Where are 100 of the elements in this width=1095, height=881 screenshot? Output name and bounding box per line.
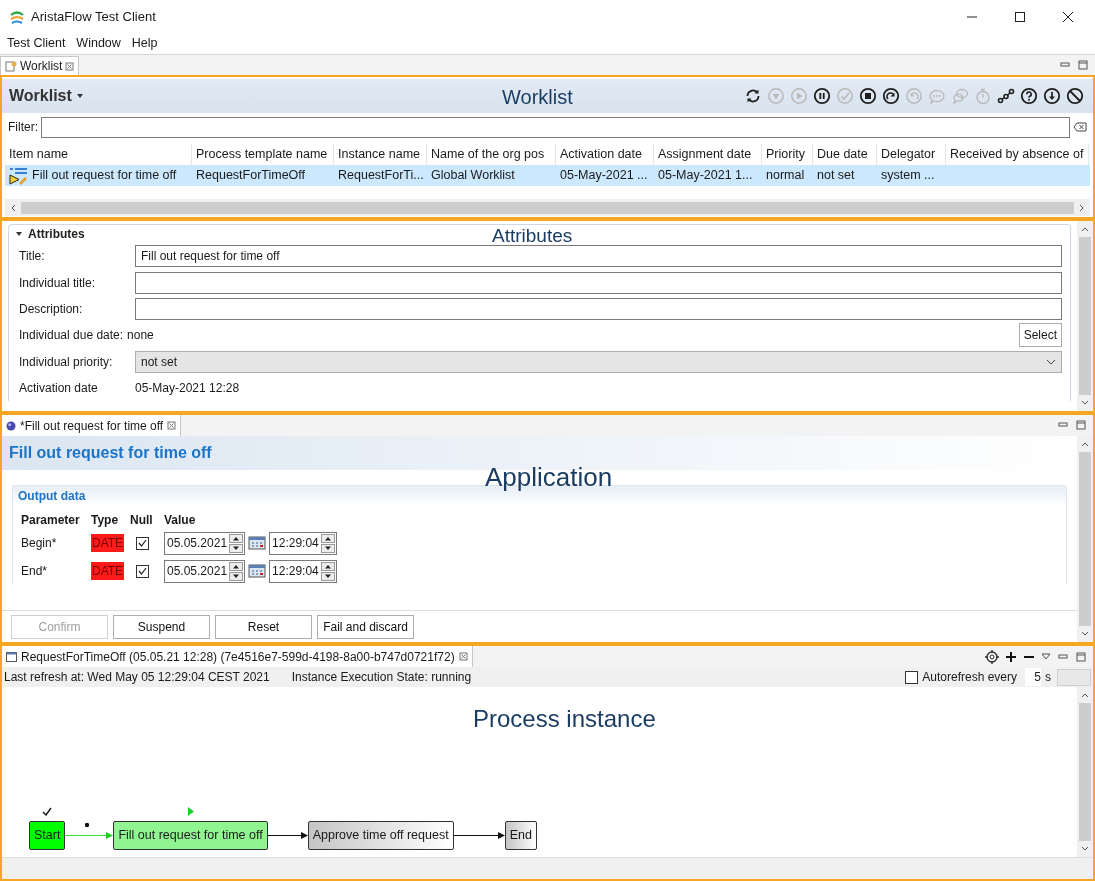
spin-up-icon[interactable] [229, 561, 244, 571]
column-header: Parameter [21, 512, 81, 529]
view-menu-icon[interactable] [1041, 653, 1051, 661]
null-checkbox[interactable] [136, 536, 149, 550]
view-tab[interactable]: Worklist [0, 56, 80, 75]
connector-arrow [65, 832, 114, 839]
spin-up-icon[interactable] [229, 533, 244, 543]
null-checkbox[interactable] [136, 564, 149, 578]
interval-field[interactable]: 5 [1025, 668, 1041, 686]
field-label: Individual due date: [19, 327, 124, 345]
column-header: Value [164, 512, 197, 529]
section-heading: Attributes [28, 226, 85, 243]
nodes-icon[interactable] [997, 87, 1015, 105]
caret-icon [75, 93, 84, 99]
parameter-name: Begin* [21, 535, 58, 552]
scrollbar-thumb[interactable] [1079, 703, 1091, 841]
column-header: Type [91, 512, 120, 529]
unit-label: s [1045, 669, 1051, 686]
text-field[interactable]: Fill out request for time off [135, 245, 1062, 268]
worklist-title-menu[interactable]: Worklist [9, 84, 84, 108]
process-node: Fill out request for time off [113, 821, 268, 850]
table-cell-text: RequestForTimeOff [196, 167, 306, 185]
date-spinner[interactable]: 05.05.2021 [164, 531, 246, 555]
spin-up-icon[interactable] [320, 533, 335, 543]
form-title: Fill out request for time off [9, 443, 212, 463]
date-spinner[interactable]: 05.05.2021 [164, 559, 246, 583]
cancel-icon[interactable] [1066, 87, 1084, 105]
action-button[interactable]: Reset [215, 614, 312, 639]
chevron-down-icon [1046, 357, 1056, 366]
menu-item[interactable]: Window [76, 33, 121, 53]
pause-icon[interactable] [813, 87, 831, 105]
column-header: Null [130, 512, 154, 529]
process-node: Start [29, 821, 66, 850]
tab-label: Worklist [20, 58, 63, 75]
table-cell-text: Global Worklist [431, 167, 515, 185]
worklist-icon [5, 60, 17, 72]
calendar-icon[interactable] [248, 536, 267, 550]
time-spinner[interactable]: 12:29:04 [269, 559, 337, 583]
field-label: Individual priority: [19, 353, 114, 371]
autorefresh-label: Autorefresh every [922, 669, 1017, 686]
help-icon[interactable] [1020, 87, 1038, 105]
editor-tab[interactable]: *Fill out request for time off [2, 415, 182, 436]
zoom-in-icon[interactable] [1005, 651, 1017, 663]
parameter-name: End* [21, 563, 49, 580]
callout-label: Worklist [502, 85, 573, 110]
spin-down-icon[interactable] [320, 571, 335, 581]
field-label: Activation date [19, 380, 99, 398]
connector-arrow [267, 832, 308, 839]
refresh-icon[interactable] [744, 87, 762, 105]
scrollbar-thumb[interactable] [1079, 452, 1091, 626]
filter-label: Filter: [8, 119, 38, 136]
spin-down-icon[interactable] [229, 571, 244, 581]
app-logo-icon [9, 8, 25, 25]
table-cell-text: RequestForTi... [338, 167, 424, 185]
spin-down-icon[interactable] [229, 543, 244, 553]
text-field[interactable] [135, 297, 1062, 320]
priority-dropdown[interactable]: not set [135, 350, 1062, 373]
expanded-triangle-icon[interactable] [15, 230, 23, 238]
execution-state: Instance Execution State: running [291, 669, 472, 686]
spin-up-icon[interactable] [320, 561, 335, 571]
table-cell-text: Fill out request for time off [32, 167, 177, 185]
filter-field[interactable] [41, 116, 1070, 138]
ball-icon [6, 420, 16, 431]
window-title: AristaFlow Test Client [31, 7, 156, 26]
field-label: Individual title: [19, 274, 97, 292]
calendar-icon[interactable] [248, 564, 267, 578]
checkmark-icon [138, 567, 147, 575]
action-button[interactable]: Suspend [113, 614, 210, 639]
signal-dot [85, 822, 90, 828]
action-button[interactable]: Fail and discard [317, 614, 414, 639]
maximize-icon[interactable] [1014, 10, 1026, 23]
download-icon[interactable] [1043, 87, 1061, 105]
table-cell-text: 05-May-2021 ... [560, 167, 648, 185]
window-icon [6, 651, 17, 662]
close-icon[interactable] [1062, 10, 1074, 23]
refresh-info: Last refresh at: Wed May 05 12:29:04 CEST 2021 [4, 669, 270, 686]
connector-arrow [453, 832, 505, 839]
menu-item[interactable]: Help [131, 33, 158, 53]
spin-down-icon[interactable] [320, 543, 335, 553]
clear-icon[interactable] [1073, 122, 1087, 132]
gear-icon[interactable] [985, 650, 999, 664]
stop-icon[interactable] [859, 87, 877, 105]
menu-item[interactable]: Test Client [7, 33, 66, 53]
instance-tab[interactable]: RequestForTimeOff (05.05.21 12:28) (7e4516e7-599d-4198-8a00-b747d0721f72) [2, 646, 473, 667]
tab-label: *Fill out request for time off [20, 417, 164, 435]
scrollbar-thumb[interactable] [1079, 237, 1091, 395]
select-button[interactable]: Select [1018, 323, 1062, 348]
callout-label: Application [485, 461, 613, 494]
time-spinner[interactable]: 12:29:04 [269, 531, 337, 555]
table-cell-text: 05-May-2021 1... [658, 167, 753, 185]
field-label: Title: [19, 248, 46, 266]
redo-icon[interactable] [882, 87, 900, 105]
field-label: Description: [19, 300, 84, 318]
table-row[interactable]: Fill out request for time off RequestForTimeOff RequestForTi... Global Worklist 05-May-2021 ... 05-May-2021 1... normal not set system ... [5, 165, 1090, 186]
autorefresh-checkbox[interactable] [905, 670, 919, 684]
scrollbar-thumb[interactable] [21, 201, 1074, 214]
text-field[interactable] [135, 271, 1062, 294]
table-cell-text: not set [817, 167, 855, 185]
field-value: 05-May-2021 12:28 [135, 380, 240, 398]
table-cell-text: normal [766, 167, 805, 185]
